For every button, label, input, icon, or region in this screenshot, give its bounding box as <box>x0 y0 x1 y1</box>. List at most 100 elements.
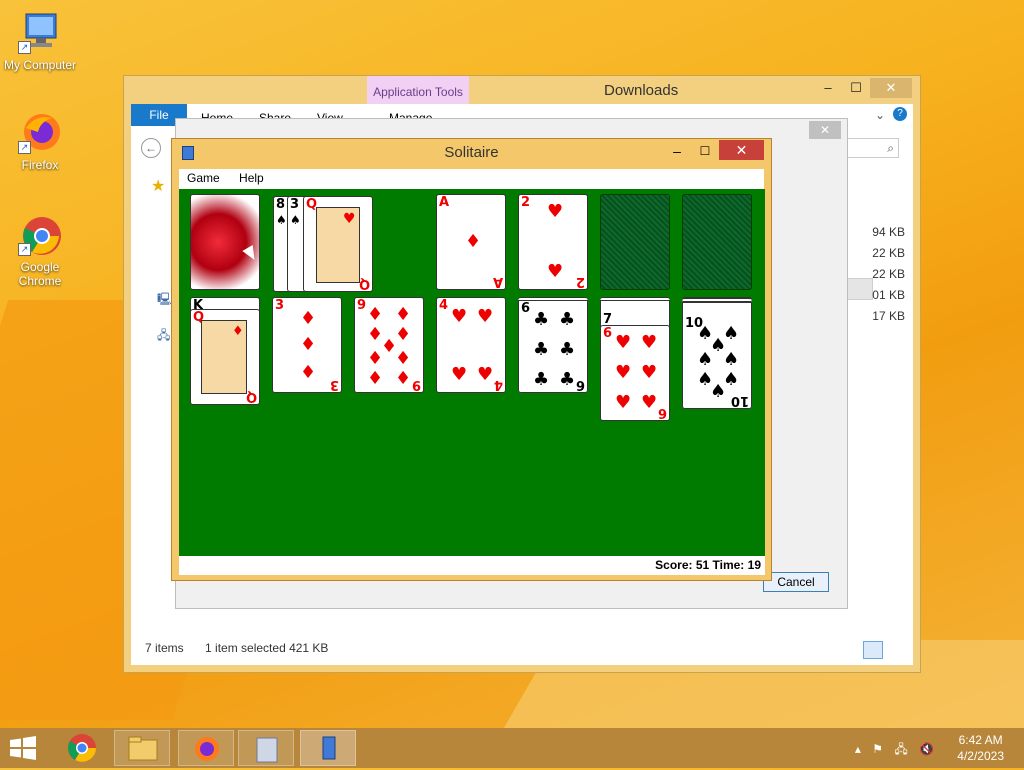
action-center-icon[interactable]: ⚑ <box>872 742 883 756</box>
tableau-top-card[interactable]: 10 ♠ ♠ ♠ ♠ ♠ ♠ ♠ ♠ 10 <box>682 297 752 409</box>
tableau-top-card[interactable]: 9 ♦ ♦ ♦ ♦ ♦ ♦ ♦ ♦ ♦ 9 <box>354 297 424 393</box>
card-rank: 9 <box>357 298 367 313</box>
card-suit: ♥ <box>615 362 632 383</box>
taskbar-app-icon[interactable] <box>238 730 294 766</box>
menu-bar: Game Help <box>179 169 764 189</box>
card-rank-bottom: 4 <box>493 377 503 392</box>
favorites-icon[interactable]: ★ <box>151 176 165 196</box>
card-suit: ♦ <box>395 348 412 369</box>
menu-help[interactable]: Help <box>231 169 272 187</box>
waste-top-card[interactable]: Q ♥ Q <box>303 196 373 292</box>
card-suit: ♣ <box>533 369 550 390</box>
taskbar-solitaire-icon[interactable] <box>300 730 356 766</box>
help-icon[interactable]: ? <box>893 107 907 121</box>
maximize-button[interactable]: ☐ <box>842 78 870 98</box>
score-status-bar: Score: 51 Time: 19 <box>179 556 765 575</box>
file-size: 17 KB <box>872 309 905 323</box>
window-title: Downloads <box>604 82 679 99</box>
network-icon[interactable]: 🖧 <box>894 742 907 756</box>
minimize-button[interactable]: – <box>814 78 842 98</box>
maximize-button[interactable]: ☐ <box>693 141 717 161</box>
close-button[interactable]: ✕ <box>719 140 764 160</box>
computer-icon: ↗ <box>18 10 62 54</box>
tableau-top-card[interactable]: 3 ♦ ♦ ♦ 3 <box>272 297 342 393</box>
clock-date: 4/2/2023 <box>957 749 1004 763</box>
card-suit: ♦ <box>395 304 412 325</box>
file-size: 01 KB <box>872 288 905 302</box>
card-suit: ♣ <box>533 309 550 330</box>
card-suit: ♣ <box>559 309 576 330</box>
file-size-column: 94 KB 22 KB 22 KB 01 KB 17 KB <box>855 222 905 327</box>
card-rank: A <box>439 195 450 210</box>
card-rank-bottom: 6 <box>575 377 585 392</box>
queen-face-icon: ♥ <box>316 207 360 283</box>
minimize-button[interactable]: – <box>665 141 689 161</box>
foundation-empty[interactable] <box>600 194 670 290</box>
clock-time: 6:42 AM <box>958 733 1003 747</box>
system-tray: ▴ ⚑ 🖧 🔇 <box>847 740 934 761</box>
card-suit: ♥ <box>615 392 632 413</box>
card-rank: 8 <box>276 197 286 212</box>
tableau-top-card[interactable]: 6 ♣ ♣ ♣ ♣ ♣ ♣ 6 <box>518 297 588 393</box>
card-suit: ♥ <box>451 364 468 385</box>
cancel-button[interactable]: Cancel <box>763 572 829 592</box>
file-size: 22 KB <box>872 246 905 260</box>
card-rank-bottom: 9 <box>411 377 421 392</box>
card-suit: ♦ <box>395 324 412 345</box>
desktop-icon-label: Google Chrome <box>18 260 62 288</box>
chevron-down-icon[interactable]: ⌄ <box>875 108 885 122</box>
taskbar-file-explorer-icon[interactable] <box>114 730 170 766</box>
card-rank-bottom: 10 <box>730 393 749 408</box>
chevron-up-icon[interactable]: ▴ <box>855 742 861 756</box>
tableau-top-card[interactable]: 6 ♥ ♥ ♥ ♥ ♥ ♥ 6 <box>600 325 670 421</box>
card-rank-bottom: 3 <box>329 377 339 392</box>
card-suit: ♦ <box>300 308 317 329</box>
back-button[interactable]: ← <box>141 138 161 158</box>
card-suit: ♦ <box>395 368 412 389</box>
windows-start-icon[interactable] <box>8 736 38 760</box>
foundation-pile[interactable]: 2 ♥ ♥ 2 <box>518 194 588 290</box>
desktop-icon-label: Firefox <box>21 158 59 172</box>
file-size: 22 KB <box>872 267 905 281</box>
details-view-icon[interactable] <box>863 641 883 659</box>
desktop-icon-label: My Computer <box>3 58 77 72</box>
item-count: 7 items <box>145 641 184 655</box>
clock[interactable]: 6:42 AM 4/2/2023 <box>957 732 1004 764</box>
close-button[interactable]: ✕ <box>870 78 912 98</box>
card-rank: 4 <box>439 298 449 313</box>
shortcut-arrow-icon: ↗ <box>18 41 31 54</box>
tableau-top-card[interactable]: 4 ♥ ♥ ♥ ♥ 4 <box>436 297 506 393</box>
stock-pile[interactable] <box>190 194 260 290</box>
foundation-pile[interactable]: A ♦ A <box>436 194 506 290</box>
card-rank: 3 <box>275 298 285 313</box>
taskbar-firefox-icon[interactable] <box>178 730 234 766</box>
volume-muted-icon[interactable]: 🔇 <box>919 742 934 756</box>
tableau-top-card[interactable]: Q ♦ Q <box>190 309 260 405</box>
close-button[interactable]: ✕ <box>809 121 841 139</box>
card-rank-bottom: Q <box>358 276 370 291</box>
game-board[interactable]: 8 ♠ 3 ♠ Q ♥ Q A ♦ A 2 ♥ ♥ 2 K Q ♦ Q 3 ♦ … <box>179 189 765 556</box>
spade-icon: ♠ <box>290 213 301 227</box>
card-suit: ♦ <box>300 362 317 383</box>
card-suit: ♦ <box>367 304 384 325</box>
card-suit: ♥ <box>477 306 494 327</box>
desktop-icon-my-computer[interactable]: ↗ My Computer <box>0 10 80 72</box>
solitaire-window[interactable]: Solitaire – ☐ ✕ Game Help 8 ♠ 3 ♠ Q ♥ Q … <box>171 138 772 581</box>
foundation-empty[interactable] <box>682 194 752 290</box>
taskbar-chrome-icon[interactable] <box>54 730 110 766</box>
desktop-icon-firefox[interactable]: ↗ Firefox <box>0 110 80 172</box>
card-suit: ♥ <box>615 332 632 353</box>
card-suit: ♥ <box>547 261 564 282</box>
firefox-icon: ↗ <box>18 110 62 154</box>
large-icons-view-icon[interactable] <box>889 641 907 659</box>
tab-application-tools[interactable]: Application Tools <box>367 76 469 104</box>
search-input[interactable]: ⌕ <box>839 138 899 158</box>
menu-game[interactable]: Game <box>179 169 228 187</box>
network-icon[interactable]: 🖧 <box>157 326 170 347</box>
card-rank-bottom: A <box>492 274 503 289</box>
desktop-icon-google-chrome[interactable]: ↗ Google Chrome <box>0 212 80 288</box>
card-suit: ♥ <box>451 306 468 327</box>
card-suit: ♠ <box>723 349 740 370</box>
card-suit: ♦ <box>367 368 384 389</box>
spade-icon: ♠ <box>276 213 287 227</box>
